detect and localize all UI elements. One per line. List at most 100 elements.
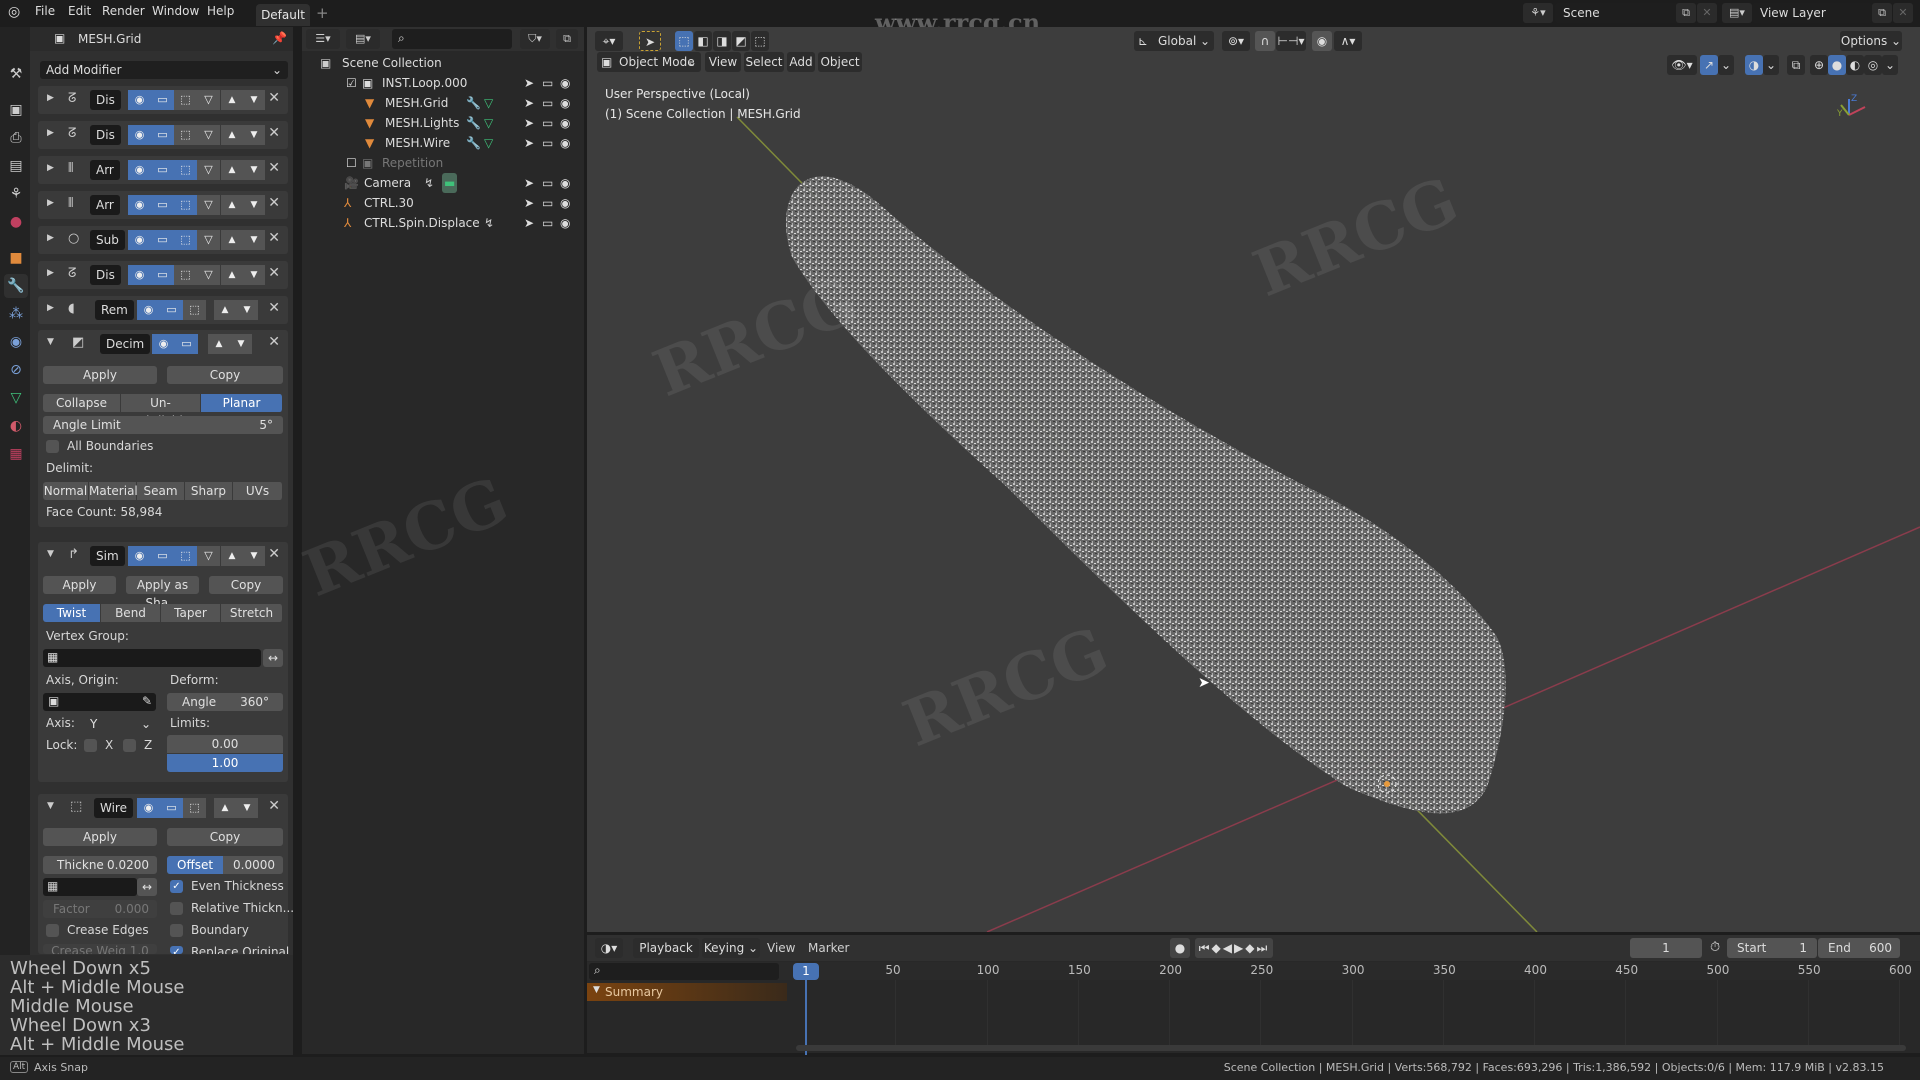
invert-vertex-group-icon[interactable]: ↔	[263, 649, 283, 667]
render-visibility-icon[interactable]: ◉	[560, 93, 570, 113]
render-toggle-icon[interactable]: ◉	[128, 195, 151, 215]
timeline-search-input[interactable]: ⌕	[589, 963, 779, 980]
options-dropdown[interactable]: Options ⌄	[1840, 31, 1902, 51]
playback-menu[interactable]: Playback ⌄	[633, 938, 699, 975]
view-layer-tab-icon[interactable]: ▤	[4, 154, 28, 178]
apply-button[interactable]: Apply	[43, 576, 116, 594]
origin-object-field[interactable]: ▣ ✎	[43, 693, 156, 711]
delete-view-layer-icon[interactable]: ✕	[1893, 3, 1913, 23]
move-up-icon[interactable]: ▲	[221, 125, 243, 145]
cage-toggle-icon[interactable]: ▽	[197, 125, 220, 145]
viewport-toggle-icon[interactable]: ▭	[160, 300, 183, 320]
angle-limit-field[interactable]: Angle Limit 5°	[43, 416, 283, 434]
view-layer-browse-icon[interactable]: ▤▾	[1722, 3, 1752, 23]
viewport-toggle-icon[interactable]: ▭	[160, 798, 183, 818]
selectable-icon[interactable]: ➤	[524, 173, 534, 193]
move-up-icon[interactable]: ▲	[221, 546, 243, 566]
outliner-item[interactable]: ⅄ CTRL.30 ➤ ▭ ◉	[302, 193, 584, 213]
playhead-line[interactable]	[805, 980, 807, 1055]
move-down-icon[interactable]: ▼	[243, 160, 265, 180]
move-up-icon[interactable]: ▲	[221, 90, 243, 110]
vertex-group-field[interactable]: ▦	[43, 649, 261, 667]
scene-name-field[interactable]: Scene	[1555, 3, 1685, 23]
viewport-toggle-icon[interactable]: ▭	[151, 195, 174, 215]
pivot-point-icon[interactable]: ⊚▾	[1222, 31, 1250, 51]
render-visibility-icon[interactable]: ◉	[560, 73, 570, 93]
render-visibility-icon[interactable]: ◉	[560, 133, 570, 153]
render-visibility-icon[interactable]: ◉	[560, 193, 570, 213]
viewport-visibility-icon[interactable]: ▭	[542, 93, 553, 113]
shading-solid-icon[interactable]: ●	[1828, 55, 1846, 75]
expand-arrow-icon[interactable]: ▶	[47, 233, 54, 243]
expand-arrow-icon[interactable]: ▶	[47, 93, 54, 103]
cage-toggle-icon[interactable]: ▽	[197, 546, 220, 566]
viewport-toggle-icon[interactable]: ▭	[151, 125, 174, 145]
render-toggle-icon[interactable]: ◉	[128, 265, 151, 285]
viewport-visibility-icon[interactable]: ▭	[542, 193, 553, 213]
viewport-visibility-icon[interactable]: ▭	[542, 213, 553, 233]
3d-viewport[interactable]: ➤ ⌖▾ ➤ ⬚ ◧ ◨ ◩ ⬚ ⊾ Global ⌄ ⊚▾ ∩ ⊢⊣▾ ◉ ∧▾ …	[587, 27, 1920, 932]
apply-as-shape-button[interactable]: Apply as Sha...	[126, 576, 199, 610]
render-toggle-icon[interactable]: ◉	[128, 90, 151, 110]
editor-type-icon[interactable]: ◑▾	[595, 938, 623, 958]
auto-keying-icon[interactable]: ●	[1170, 938, 1190, 958]
apply-button[interactable]: Apply	[43, 828, 157, 846]
menu-render[interactable]: Render	[102, 4, 145, 18]
render-toggle-icon[interactable]: ◉	[152, 334, 175, 354]
selectable-icon[interactable]: ➤	[524, 93, 534, 113]
menu-add[interactable]: Add	[787, 52, 815, 72]
snap-target-icon[interactable]: ⊢⊣▾	[1276, 31, 1306, 51]
menu-help[interactable]: Help	[207, 4, 234, 18]
modifier-name-field[interactable]: Sim	[90, 546, 125, 566]
expand-arrow-icon[interactable]: ▶	[47, 268, 54, 278]
remove-modifier-icon[interactable]: ✕	[268, 125, 280, 141]
move-up-icon[interactable]: ▲	[221, 230, 243, 250]
menu-window[interactable]: Window	[152, 4, 199, 18]
move-up-icon[interactable]: ▲	[208, 334, 230, 354]
remove-modifier-icon[interactable]: ✕	[268, 300, 280, 316]
editmode-toggle-icon[interactable]: ⬚	[183, 798, 206, 818]
modifier-wrench-icon[interactable]: 🔧	[466, 113, 481, 133]
physics-tab-icon[interactable]: ◉	[4, 330, 28, 354]
expand-arrow-icon[interactable]: ▶	[47, 303, 54, 313]
modifier-name-field[interactable]: Dis	[90, 265, 121, 285]
selectable-icon[interactable]: ➤	[524, 73, 534, 93]
axis-dropdown[interactable]: Y ⌄	[83, 715, 156, 733]
keying-menu[interactable]: Keying ⌄	[702, 938, 760, 958]
menu-edit[interactable]: Edit	[68, 4, 91, 18]
editmode-toggle-icon[interactable]: ⬚	[174, 195, 197, 215]
preview-range-icon[interactable]: ⏱	[1710, 940, 1720, 955]
modifier-name-field[interactable]: Arr	[90, 195, 120, 215]
limit-low-field[interactable]: 0.00	[167, 735, 283, 753]
move-down-icon[interactable]: ▼	[243, 546, 265, 566]
move-up-icon[interactable]: ▲	[214, 300, 236, 320]
viewport-toggle-icon[interactable]: ▭	[175, 334, 198, 354]
proportional-edit-icon[interactable]: ◉	[1312, 31, 1332, 51]
start-frame-field[interactable]: Start 1	[1727, 938, 1817, 958]
falloff-icon[interactable]: ∧▾	[1334, 31, 1362, 51]
mode-collapse[interactable]: Collapse	[43, 394, 121, 412]
end-frame-field[interactable]: End 600	[1818, 938, 1900, 958]
mode-un-subdivide[interactable]: Un-Subdivide	[121, 394, 201, 428]
delimit-normal[interactable]: Normal	[43, 482, 89, 500]
camera-data-icon[interactable]: ▬	[442, 173, 458, 193]
view-layer-icon[interactable]: ▤▾	[346, 29, 380, 49]
menu-select[interactable]: Select	[744, 52, 784, 72]
menu-marker[interactable]: Marker	[808, 941, 849, 955]
remove-modifier-icon[interactable]: ✕	[268, 265, 280, 281]
render-tab-icon[interactable]: ▣	[4, 98, 28, 122]
menu-view[interactable]: View	[767, 941, 795, 955]
outliner-scene-collection[interactable]: ▣ Scene Collection	[302, 53, 584, 73]
filter-icon[interactable]: ⛉▾	[520, 29, 550, 49]
render-toggle-icon[interactable]: ◉	[128, 230, 151, 250]
new-collection-icon[interactable]: ⧉	[556, 29, 578, 49]
constraints-tab-icon[interactable]: ⊘	[4, 358, 28, 382]
viewport-toggle-icon[interactable]: ▭	[151, 90, 174, 110]
shading-wireframe-icon[interactable]: ⊕	[1810, 55, 1828, 75]
outliner-item[interactable]: ▼ 🔧 ▽ MESH.Lights ➤ ▭ ◉	[302, 113, 584, 133]
remove-modifier-icon[interactable]: ✕	[268, 334, 280, 350]
selectable-icon[interactable]: ➤	[524, 113, 534, 133]
move-down-icon[interactable]: ▼	[243, 265, 265, 285]
constraint-icon[interactable]: ↯	[424, 173, 434, 193]
modifier-name-field[interactable]: Dis	[90, 90, 121, 110]
